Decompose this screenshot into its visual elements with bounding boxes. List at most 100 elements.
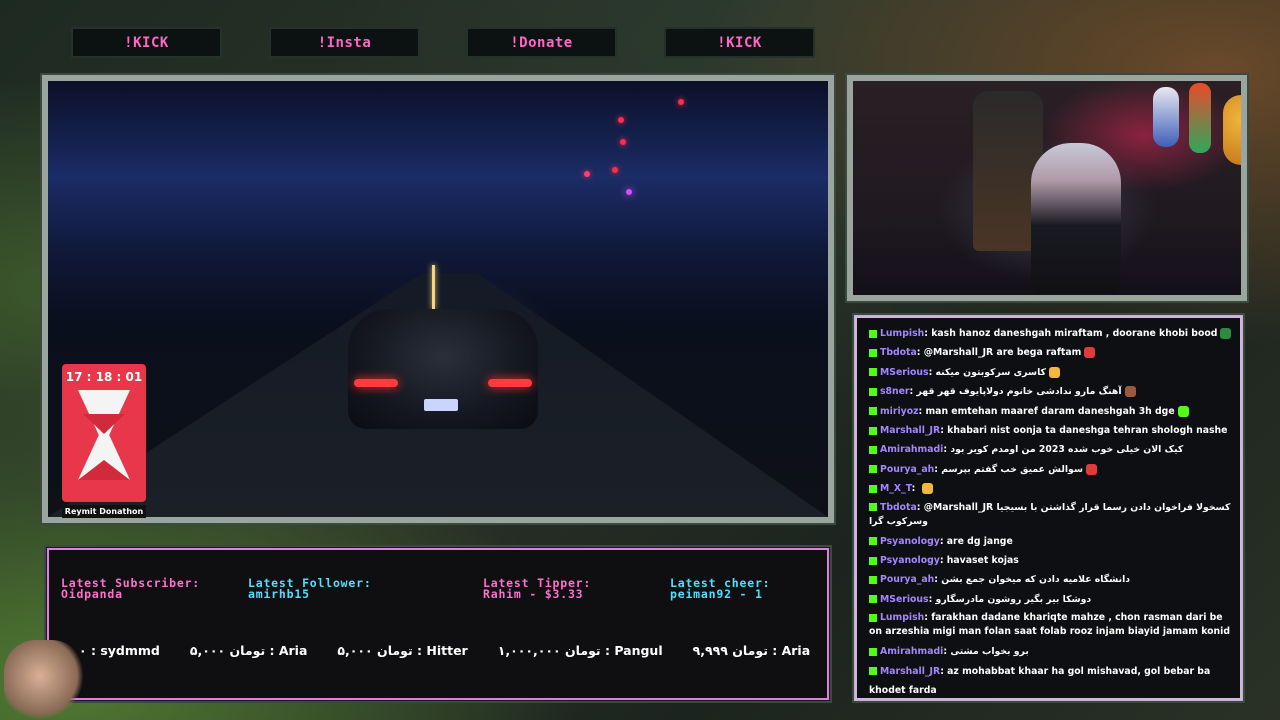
chat-username[interactable]: Pourya_ah: [880, 464, 934, 475]
latest-tipper: Latest Tipper: Rahim - $3.33: [483, 577, 591, 600]
chat-message: M_X_T:: [869, 479, 1232, 498]
emote-icon: [1048, 366, 1060, 378]
chat-username[interactable]: Pourya_ah: [880, 574, 934, 585]
webcam-frame: [845, 73, 1249, 303]
kick-badge-icon: [869, 329, 877, 338]
chat-username[interactable]: Tbdota: [880, 347, 917, 358]
hourglass-sand-top: [83, 414, 125, 434]
road-centerline: [432, 265, 435, 309]
emote-icon: [1085, 463, 1097, 475]
chat-message: Tbdota: @Marshall_JR کسخولا فراخوان دادن…: [869, 499, 1232, 532]
kick-badge-icon: [869, 613, 877, 622]
chat-text: havaset kojas: [946, 555, 1019, 567]
chat-username[interactable]: MSerious: [880, 367, 929, 378]
chat-message: Marshall_JR: az mohabbat khaar ha gol mi…: [869, 662, 1232, 698]
firework-light: [612, 167, 618, 173]
latest-cheer-value: peiman92 - 1: [670, 587, 763, 601]
emote-icon: [1177, 405, 1189, 417]
latest-follower: Latest Follower: amirhb15: [248, 577, 372, 601]
chat-separator: :: [939, 555, 947, 567]
kick-badge-icon: [869, 407, 877, 416]
chat-text: کیک الان خیلی خوب شده 2023 من اومدم کویر…: [950, 444, 1184, 456]
chat-message: MSerious: کاسری سرکوبتون میکنه: [869, 363, 1232, 382]
kick-badge-icon: [869, 465, 877, 474]
kick-button-2[interactable]: !KICK: [664, 27, 815, 58]
streamer: [1031, 143, 1121, 293]
chat-panel[interactable]: Lumpish: kash hanoz daneshgah miraftam ,…: [855, 316, 1242, 700]
chat-username[interactable]: Marshall_JR: [880, 425, 940, 436]
left-taillight: [354, 379, 398, 387]
chat-separator: :: [911, 483, 919, 495]
latest-follower-value: amirhb15: [248, 587, 310, 601]
chat-message: MSerious: دوشکا بیر بگیر روشون مادرسگارو: [869, 590, 1232, 609]
emote-icon: [1084, 347, 1096, 359]
chat-message: Marshall_JR: khabari nist oonja ta danes…: [869, 421, 1232, 440]
kick-badge-icon: [869, 368, 877, 377]
kick-badge-icon: [869, 503, 877, 512]
firework-light: [620, 139, 626, 145]
chat-username[interactable]: s8ner: [880, 386, 910, 397]
chat-message: Pourya_ah: سوالش عمیق خب گفتم بپرسم: [869, 460, 1232, 479]
ticker-item: ۵,۰۰۰ تومان : Hitter: [337, 643, 468, 658]
game-feed-frame: [40, 73, 836, 525]
pooh-figure: [1223, 95, 1241, 165]
ticker-item: ۵,۰۰۰ تومان : Aria: [189, 643, 308, 658]
latest-subscriber-value: Oidpanda: [61, 587, 123, 601]
chat-username[interactable]: MSerious: [880, 594, 929, 605]
chat-message: s8ner: آهنگ مارو ندادشی خانوم دولاپایوف …: [869, 382, 1232, 401]
kick-badge-icon: [869, 348, 877, 357]
kick-button-1[interactable]: !KICK: [71, 27, 222, 58]
donation-ticker: ۰ : sydmmd ۵,۰۰۰ تومان : Aria ۵,۰۰۰ تومان …: [79, 643, 815, 658]
chat-username[interactable]: Amirahmadi: [880, 444, 943, 455]
chat-text: دوشکا بیر بگیر روشون مادرسگارو: [935, 593, 1092, 605]
chat-text: @Marshall_JR are bega raftam: [923, 347, 1082, 359]
kick-badge-icon: [869, 537, 877, 546]
latest-subscriber: Latest Subscriber: Oidpanda: [61, 577, 200, 601]
chat-separator: :: [916, 501, 924, 513]
chat-text: کاسری سرکوبتون میکنه: [935, 366, 1046, 378]
chat-message: Tbdota: @Marshall_JR are bega raftam: [869, 343, 1232, 362]
donald-duck-figure: [1153, 87, 1179, 147]
chat-username[interactable]: miriyoz: [880, 406, 919, 417]
kick-badge-icon: [869, 647, 877, 656]
chat-separator: :: [939, 535, 947, 547]
emote-icon: [1220, 328, 1232, 339]
mermaid-figure: [1189, 83, 1211, 153]
chat-username[interactable]: Psyanology: [880, 536, 940, 547]
chat-text: kash hanoz daneshgah miraftam , doorane …: [931, 328, 1218, 339]
chat-text: man emtehan maaref daram daneshgah 3h dg…: [925, 405, 1175, 417]
insta-button[interactable]: !Insta: [269, 27, 420, 58]
chat-username[interactable]: Lumpish: [880, 612, 924, 623]
cat-sticker: [4, 640, 84, 720]
chat-username[interactable]: Psyanology: [880, 555, 940, 566]
chat-username[interactable]: M_X_T: [880, 483, 912, 494]
chat-separator: :: [916, 347, 924, 359]
firework-light: [626, 189, 632, 195]
chat-username[interactable]: Tbdota: [880, 502, 917, 513]
emote-icon: [1124, 386, 1136, 398]
chat-text: دانشگاه علامیه دادن که میخوان جمع بشن: [941, 574, 1131, 586]
kick-badge-icon: [869, 387, 877, 396]
timer-time: 17 : 18 : 01: [65, 370, 143, 384]
donathon-timer: 17 : 18 : 01 Reymit Donathon: [62, 364, 146, 518]
kick-badge-icon: [869, 445, 877, 454]
license-plate: [424, 399, 458, 411]
firework-light: [678, 99, 684, 105]
chat-text: سوالش عمیق خب گفتم بپرسم: [941, 463, 1083, 475]
latest-cheer: Latest cheer: peiman92 - 1: [670, 577, 770, 601]
webcam-feed: [853, 81, 1241, 295]
kick-badge-icon: [869, 667, 877, 676]
chat-username[interactable]: Amirahmadi: [880, 646, 943, 657]
emote-icon: [921, 483, 933, 495]
chat-username[interactable]: Marshall_JR: [880, 666, 940, 677]
stats-panel: Latest Subscriber: Oidpanda Latest Follo…: [47, 548, 829, 700]
firework-light: [584, 171, 590, 177]
donate-button[interactable]: !Donate: [466, 27, 617, 58]
chat-message: miriyoz: man emtehan maaref daram danesh…: [869, 402, 1232, 421]
chat-text: برو بخواب مشتی: [950, 646, 1029, 658]
kick-badge-icon: [869, 595, 877, 604]
chat-username[interactable]: Lumpish: [880, 328, 924, 339]
game-feed: [48, 81, 828, 517]
chat-message: Psyanology: are dg jange: [869, 532, 1232, 551]
chat-text: are dg jange: [946, 535, 1013, 547]
